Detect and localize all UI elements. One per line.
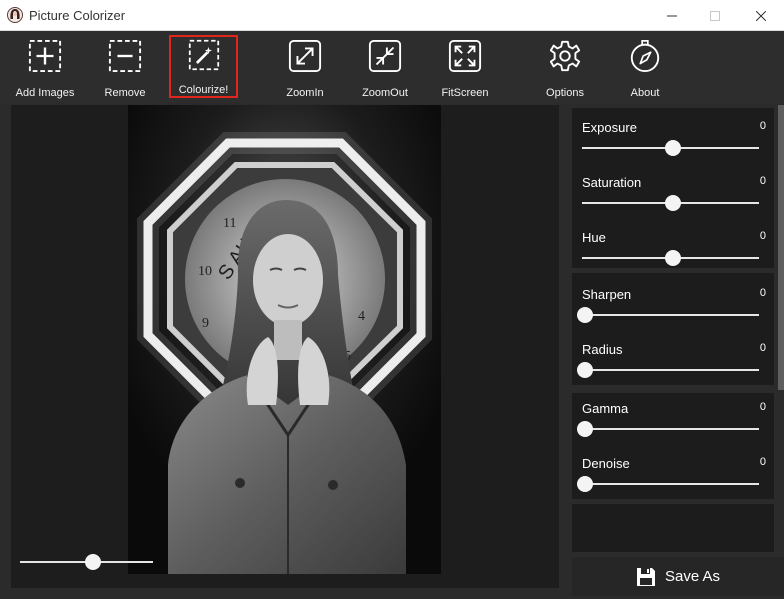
zoom-out-label: ZoomOut [362, 87, 408, 99]
zoom-in-button[interactable]: ZoomIn [268, 35, 342, 99]
panel-scrollbar[interactable] [777, 105, 784, 588]
sharpen-label: Sharpen [582, 287, 632, 302]
radius-slider-thumb[interactable] [577, 362, 593, 378]
empty-group [572, 504, 774, 552]
remove-label: Remove [104, 87, 146, 99]
close-button[interactable] [738, 0, 784, 31]
zoom-slider-thumb[interactable] [85, 554, 101, 570]
save-as-button[interactable]: Save As [572, 557, 784, 596]
hue-slider-thumb[interactable] [665, 250, 681, 266]
saturation-control: Saturation 0 [582, 175, 766, 215]
gamma-control: Gamma 0 [577, 401, 766, 441]
window-title: Picture Colorizer [29, 8, 126, 23]
panel-scrollbar-thumb[interactable] [778, 105, 784, 390]
gamma-value: 0 [759, 401, 766, 413]
fit-screen-label: FitScreen [441, 87, 489, 99]
add-images-label: Add Images [15, 87, 75, 99]
gamma-denoise-group: Gamma 0 Denoise 0 [572, 393, 774, 499]
about-button[interactable]: About [608, 35, 682, 99]
colourize-wand-icon [188, 39, 219, 71]
denoise-label: Denoise [582, 456, 630, 471]
compass-icon [630, 40, 660, 73]
saturation-label: Saturation [582, 175, 642, 190]
hue-value: 0 [759, 230, 766, 242]
toolbar: Add Images Remove Colourize! ZoomIn Zoom… [0, 31, 784, 103]
app-logo-icon [7, 7, 23, 23]
svg-text:10: 10 [198, 264, 212, 279]
radius-value: 0 [759, 342, 766, 354]
adjustments-panel: Exposure 0 Saturation 0 Hue 0 Sharpen 0 … [569, 105, 784, 588]
svg-text:11: 11 [223, 216, 236, 231]
exposure-label: Exposure [582, 120, 637, 135]
close-icon [756, 10, 766, 21]
exposure-control: Exposure 0 [582, 120, 766, 160]
maximize-button[interactable] [692, 0, 738, 31]
gear-icon [549, 40, 581, 72]
minimize-icon [667, 15, 677, 16]
svg-text:4: 4 [358, 309, 365, 324]
colourize-button[interactable]: Colourize! [169, 35, 238, 98]
sharpen-control: Sharpen 0 [577, 287, 766, 327]
saturation-slider-thumb[interactable] [665, 195, 681, 211]
radius-control: Radius 0 [577, 342, 766, 382]
exposure-value: 0 [759, 120, 766, 132]
sharpen-value: 0 [759, 287, 766, 299]
sharpen-group: Sharpen 0 Radius 0 [572, 273, 774, 385]
gamma-slider-thumb[interactable] [577, 421, 593, 437]
remove-button[interactable]: Remove [88, 35, 162, 99]
saturation-value: 0 [759, 175, 766, 187]
add-images-button[interactable]: Add Images [8, 35, 82, 99]
zoom-in-icon [288, 39, 322, 73]
fit-screen-icon [448, 39, 482, 73]
zoom-in-label: ZoomIn [286, 87, 324, 99]
svg-text:9: 9 [202, 316, 209, 331]
gamma-label: Gamma [582, 401, 629, 416]
portrait-image: 12 11 10 9 4 5 S ALWA [128, 105, 441, 574]
sharpen-slider-track[interactable] [582, 314, 759, 316]
exposure-slider-thumb[interactable] [665, 140, 681, 156]
title-bar: Picture Colorizer [0, 0, 784, 31]
about-label: About [630, 87, 660, 99]
color-adjust-group: Exposure 0 Saturation 0 Hue 0 [572, 108, 774, 268]
denoise-control: Denoise 0 [577, 456, 766, 496]
options-button[interactable]: Options [528, 35, 602, 99]
zoom-out-button[interactable]: ZoomOut [348, 35, 422, 99]
sharpen-slider-thumb[interactable] [577, 307, 593, 323]
radius-label: Radius [582, 342, 623, 357]
denoise-slider-track[interactable] [582, 483, 759, 485]
zoom-slider[interactable] [20, 554, 153, 570]
zoom-out-icon [368, 39, 402, 73]
colourize-label: Colourize! [178, 84, 229, 96]
maximize-icon [710, 10, 720, 21]
hue-label: Hue [582, 230, 606, 245]
gamma-slider-track[interactable] [582, 428, 759, 430]
hue-control: Hue 0 [582, 230, 766, 270]
save-as-label: Save As [664, 568, 721, 585]
denoise-slider-thumb[interactable] [577, 476, 593, 492]
radius-slider-track[interactable] [582, 369, 759, 371]
preview-photo: 12 11 10 9 4 5 S ALWA [128, 105, 441, 574]
minimize-button[interactable] [649, 0, 695, 31]
remove-icon [108, 39, 142, 73]
options-label: Options [546, 87, 584, 99]
add-images-icon [28, 39, 62, 73]
floppy-disk-icon [636, 567, 655, 586]
denoise-value: 0 [759, 456, 766, 468]
fit-screen-button[interactable]: FitScreen [428, 35, 502, 99]
image-canvas[interactable]: 12 11 10 9 4 5 S ALWA [11, 105, 559, 588]
